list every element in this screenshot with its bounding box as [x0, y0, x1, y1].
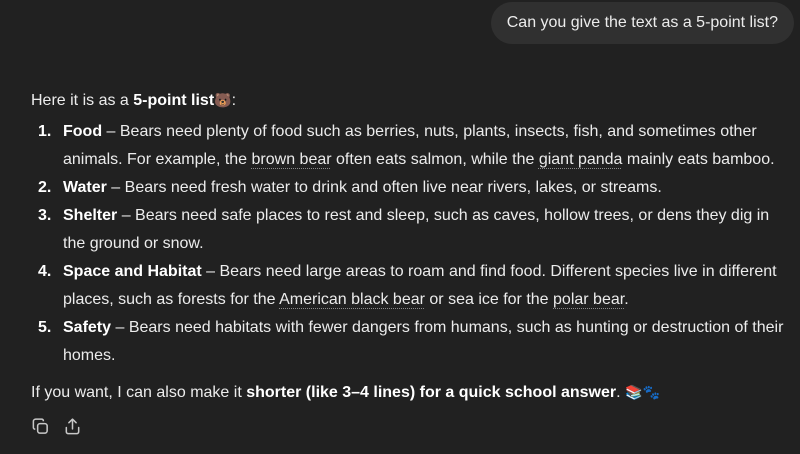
intro-bold: 5-point list	[133, 92, 215, 109]
list-item-text: mainly eats bamboo.	[622, 151, 775, 168]
list-item-number: 2.	[38, 179, 52, 196]
list-item-term: Shelter	[63, 207, 118, 224]
books-paws-emoji: 📚🐾	[625, 384, 660, 400]
entity-link[interactable]: polar bear	[553, 291, 624, 308]
list-item-text: – Bears need fresh water to drink and of…	[106, 179, 662, 196]
entity-link[interactable]: brown bear	[252, 151, 332, 168]
list-item-text: – Bears need habitats with fewer dangers…	[63, 319, 784, 364]
list-item-number: 1.	[38, 123, 52, 140]
list-item: 4. Space and Habitat – Bears need large a…	[31, 258, 791, 314]
user-message-bubble: Can you give the text as a 5-point list?	[490, 2, 794, 44]
list-item-number: 4.	[38, 263, 52, 280]
bear-emoji: 🐻	[214, 92, 232, 108]
user-message-text: Can you give the text as a 5-point list?	[506, 14, 778, 31]
list-item-number: 3.	[38, 207, 52, 224]
list-item-term: Space and Habitat	[63, 263, 202, 280]
list-item: 2. Water – Bears need fresh water to drin…	[31, 174, 791, 202]
response-outro: If you want, I can also make it shorter …	[31, 378, 791, 406]
intro-prefix: Here it is as a	[31, 92, 134, 109]
copy-button[interactable]	[30, 416, 50, 436]
list-item-number: 5.	[38, 319, 52, 336]
list-item-term: Food	[63, 123, 103, 140]
list-item: 5. Safety – Bears need habitats with fewe…	[31, 314, 791, 370]
list-item-text: .	[624, 291, 629, 308]
entity-link[interactable]: American black bear	[279, 291, 425, 308]
list-item: 1. Food – Bears need plenty of food such …	[31, 118, 791, 174]
numbered-list: 1. Food – Bears need plenty of food such …	[31, 118, 791, 370]
response-intro: Here it is as a 5-point list🐻:	[31, 86, 791, 114]
chat-page: Can you give the text as a 5-point list?…	[0, 0, 800, 454]
intro-suffix: :	[231, 92, 237, 109]
outro-prefix: If you want, I can also make it	[31, 384, 247, 401]
share-icon	[65, 417, 79, 434]
share-button[interactable]	[62, 416, 82, 436]
list-item-text: or sea ice for the	[424, 291, 554, 308]
entity-link[interactable]: giant panda	[539, 151, 623, 168]
list-item-term: Safety	[63, 319, 112, 336]
message-actions	[30, 416, 82, 436]
list-item-text: often eats salmon, while the	[331, 151, 539, 168]
outro-bold: shorter (like 3–4 lines) for a quick sch…	[246, 384, 617, 401]
list-item: 3. Shelter – Bears need safe places to re…	[31, 202, 791, 258]
copy-icon	[32, 417, 48, 434]
list-item-text: – Bears need safe places to rest and sle…	[63, 207, 770, 252]
outro-suffix: .	[616, 384, 621, 401]
assistant-response: Here it is as a 5-point list🐻: 1. Food – …	[31, 86, 791, 406]
list-item-term: Water	[63, 179, 107, 196]
